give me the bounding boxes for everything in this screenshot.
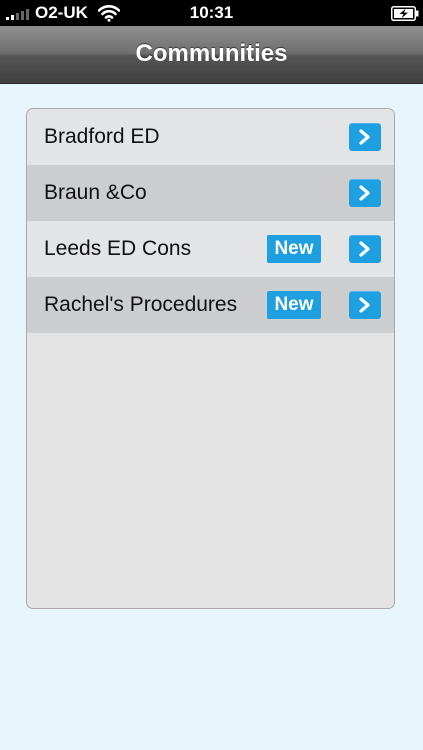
new-badge: New xyxy=(267,291,321,319)
chevron-right-icon[interactable] xyxy=(349,291,381,319)
list-item-label: Braun &Co xyxy=(44,181,147,204)
communities-list: Bradford ED Braun &Co Leeds ED Cons New … xyxy=(26,108,395,609)
page-title: Communities xyxy=(135,40,288,67)
status-time: 10:31 xyxy=(189,3,234,22)
list-item-label: Rachel's Procedures xyxy=(44,293,238,316)
new-badge: New xyxy=(267,235,321,263)
list-item-label: Leeds ED Cons xyxy=(44,237,192,260)
chevron-right-icon[interactable] xyxy=(349,123,381,151)
list-item[interactable]: Bradford ED xyxy=(27,109,394,165)
list-item[interactable]: Rachel's Procedures New xyxy=(27,277,394,333)
list-item[interactable]: Leeds ED Cons New xyxy=(27,221,394,277)
list-item-label: Bradford ED xyxy=(44,125,160,148)
battery-charging-icon xyxy=(391,6,419,21)
status-bar: O2-UK 10:31 xyxy=(0,0,423,26)
navigation-bar: Communities xyxy=(0,26,423,84)
chevron-right-icon[interactable] xyxy=(349,235,381,263)
chevron-right-icon[interactable] xyxy=(349,179,381,207)
list-item[interactable]: Braun &Co xyxy=(27,165,394,221)
